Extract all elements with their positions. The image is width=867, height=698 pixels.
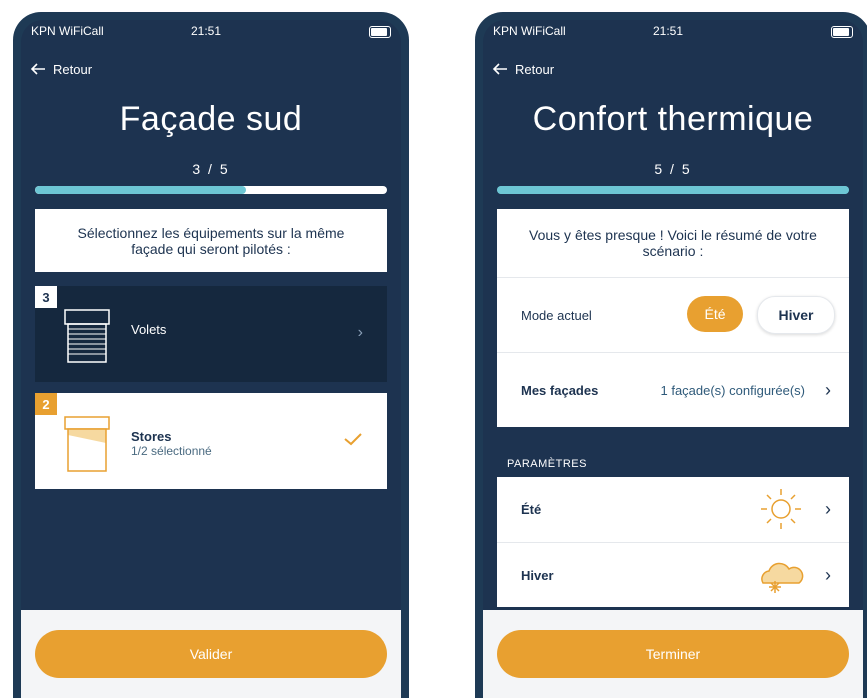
equipment-label: Volets [131, 322, 166, 337]
status-bar: KPN WiFiCall 21:51 [483, 20, 863, 46]
screen-confort: KPN WiFiCall 21:51 Retour Confort thermi… [483, 20, 863, 698]
shutter-icon [64, 309, 110, 363]
carrier-label: KPN WiFiCall [31, 24, 104, 38]
chevron-right-icon: › [825, 565, 831, 585]
equipment-item-stores[interactable]: 2 Stores 1/2 sélectionné [35, 393, 387, 489]
mode-toggle: Été Hiver [687, 296, 835, 334]
param-row-ete[interactable]: Été › [497, 477, 849, 543]
status-bar: KPN WiFiCall 21:51 [21, 20, 401, 46]
progress-bar [497, 186, 849, 194]
params-card: Été › Hiver › [497, 477, 849, 607]
sun-icon [761, 489, 801, 529]
finish-button[interactable]: Terminer [497, 630, 849, 678]
arrow-left-icon [492, 63, 507, 75]
back-button[interactable]: Retour [29, 60, 92, 78]
arrow-left-icon [30, 63, 45, 75]
facades-label: Mes façades [521, 382, 599, 398]
facades-row[interactable]: Mes façades 1 façade(s) configurée(s) › [497, 353, 849, 427]
progress-fill [35, 186, 247, 194]
mode-ete-button[interactable]: Été [687, 296, 743, 332]
step-indicator: 5 / 5 [654, 161, 692, 177]
status-time: 21:51 [653, 24, 684, 38]
mode-hiver-button[interactable]: Hiver [757, 296, 835, 334]
check-icon [344, 433, 362, 446]
status-time: 21:51 [191, 24, 222, 38]
battery-icon [831, 26, 853, 38]
equipment-item-volets[interactable]: 3 Volets › [35, 286, 387, 382]
equipment-selection-count: 1/2 sélectionné [131, 444, 212, 458]
chevron-right-icon: › [825, 499, 831, 519]
mode-label: Mode actuel [521, 307, 592, 323]
chevron-right-icon: › [825, 379, 831, 400]
equipment-label: Stores 1/2 sélectionné [131, 429, 212, 458]
equipment-name: Stores [131, 429, 172, 444]
back-label: Retour [53, 61, 93, 77]
carrier-label: KPN WiFiCall [493, 24, 566, 38]
footer: Valider [21, 610, 401, 698]
phone-left: KPN WiFiCall 21:51 Retour Façade sud 3 /… [13, 12, 409, 698]
instruction-text: Sélectionnez les équipements sur la même… [77, 224, 345, 257]
phone-right: KPN WiFiCall 21:51 Retour Confort thermi… [475, 12, 867, 698]
param-label: Été [521, 502, 542, 517]
snow-cloud-icon [761, 562, 804, 593]
progress-bar [35, 186, 387, 194]
instruction-card: Sélectionnez les équipements sur la même… [35, 209, 387, 272]
facades-value: 1 façade(s) configurée(s) [660, 382, 805, 398]
param-row-hiver[interactable]: Hiver › [497, 543, 849, 608]
footer: Terminer [483, 610, 863, 698]
back-label: Retour [515, 61, 555, 77]
page-title: Confort thermique [532, 100, 814, 138]
summary-card: Vous y êtes presque ! Voici le résumé de… [497, 209, 849, 427]
equipment-name: Volets [131, 322, 167, 337]
back-button[interactable]: Retour [491, 60, 554, 78]
mode-row: Mode actuel Été Hiver [497, 278, 849, 353]
count-badge: 3 [35, 286, 57, 308]
step-indicator: 3 / 5 [192, 161, 230, 177]
screen-facade: KPN WiFiCall 21:51 Retour Façade sud 3 /… [21, 20, 401, 698]
param-label: Hiver [521, 568, 554, 583]
progress-fill [497, 186, 849, 194]
params-section-label: PARAMÈTRES [507, 458, 587, 470]
battery-icon [369, 26, 391, 38]
blind-icon [64, 416, 110, 472]
validate-button[interactable]: Valider [35, 630, 387, 678]
chevron-right-icon: › [357, 324, 363, 341]
summary-heading: Vous y êtes presque ! Voici le résumé de… [497, 209, 849, 278]
page-title: Façade sud [119, 100, 303, 138]
count-badge: 2 [35, 393, 57, 415]
